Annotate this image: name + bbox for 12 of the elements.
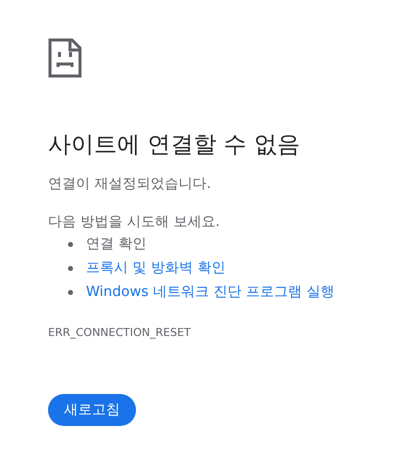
- reload-button[interactable]: 새로고침: [48, 394, 136, 426]
- error-message: 연결이 재설정되었습니다.: [48, 175, 212, 194]
- sad-page-icon: [48, 38, 82, 78]
- suggestion-text: 연결 확인: [86, 235, 146, 254]
- bullet-dot: [68, 266, 73, 270]
- suggestions-heading: 다음 방법을 시도해 보세요.: [48, 213, 221, 232]
- page-title: 사이트에 연결할 수 없음: [48, 131, 301, 160]
- suggestion-link[interactable]: 프록시 및 방화벽 확인: [86, 256, 226, 280]
- error-code: ERR_CONNECTION_RESET: [48, 325, 192, 341]
- bullet-dot: [68, 290, 73, 294]
- suggestion-link[interactable]: Windows 네트워크 진단 프로그램 실행: [86, 280, 334, 304]
- bullet-dot: [68, 242, 73, 246]
